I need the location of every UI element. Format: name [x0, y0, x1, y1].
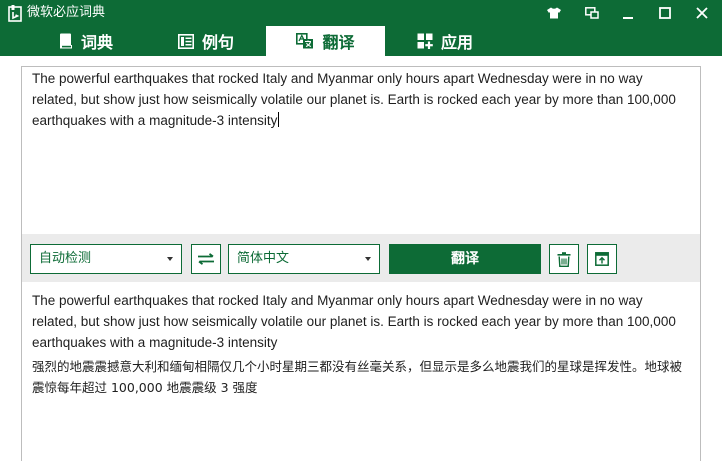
translation-output: The powerful earthquakes that rocked Ita… [21, 282, 701, 461]
title-bar: 微软必应词典 [0, 0, 722, 26]
export-button[interactable] [587, 244, 617, 274]
mini-mode-icon[interactable] [577, 0, 607, 26]
tab-label: 词典 [80, 33, 113, 52]
source-text: The powerful earthquakes that rocked Ita… [32, 71, 676, 128]
tab-dictionary[interactable]: 词典 [26, 26, 146, 56]
book-icon [59, 33, 73, 49]
close-icon[interactable] [687, 0, 717, 26]
sentences-icon [177, 33, 194, 49]
clear-button[interactable] [549, 244, 579, 274]
bing-dictionary-logo-icon [8, 4, 22, 22]
tab-sentences[interactable]: 例句 [146, 26, 266, 56]
skin-icon[interactable] [539, 0, 569, 26]
source-language-select[interactable]: 自动检测 [30, 244, 182, 274]
text-cursor [278, 112, 280, 127]
window-title: 微软必应词典 [27, 5, 106, 20]
tab-label: 例句 [201, 33, 234, 52]
source-text-input[interactable]: The powerful earthquakes that rocked Ita… [21, 66, 701, 234]
dropdown-arrow-icon [167, 257, 173, 261]
tab-label: 翻译 [322, 33, 355, 52]
translation-result: 强烈的地震震撼意大利和缅甸相隔仅几个小时星期三都没有丝毫关系，但显示是多么地震我… [32, 359, 683, 395]
tab-apps[interactable]: 应用 [385, 26, 505, 56]
tab-bar: 词典 例句 翻译 应用 [0, 26, 722, 56]
target-language-select[interactable]: 简体中文 [228, 244, 380, 274]
translate-toolbar: 自动检测 简体中文 翻译 [21, 234, 701, 282]
output-source-text: The powerful earthquakes that rocked Ita… [32, 293, 676, 350]
swap-arrows-icon [197, 253, 215, 265]
target-language-value: 简体中文 [237, 251, 290, 266]
source-language-value: 自动检测 [39, 251, 92, 266]
maximize-icon[interactable] [650, 0, 680, 26]
export-icon [595, 252, 609, 266]
tab-translate[interactable]: 翻译 [266, 26, 385, 56]
tab-label: 应用 [440, 33, 473, 52]
translate-icon [296, 33, 314, 49]
minimize-icon[interactable] [613, 0, 643, 26]
apps-icon [417, 33, 433, 49]
dropdown-arrow-icon [365, 257, 371, 261]
translate-button[interactable]: 翻译 [389, 244, 541, 274]
swap-languages-button[interactable] [191, 244, 221, 274]
trash-icon [557, 251, 571, 267]
